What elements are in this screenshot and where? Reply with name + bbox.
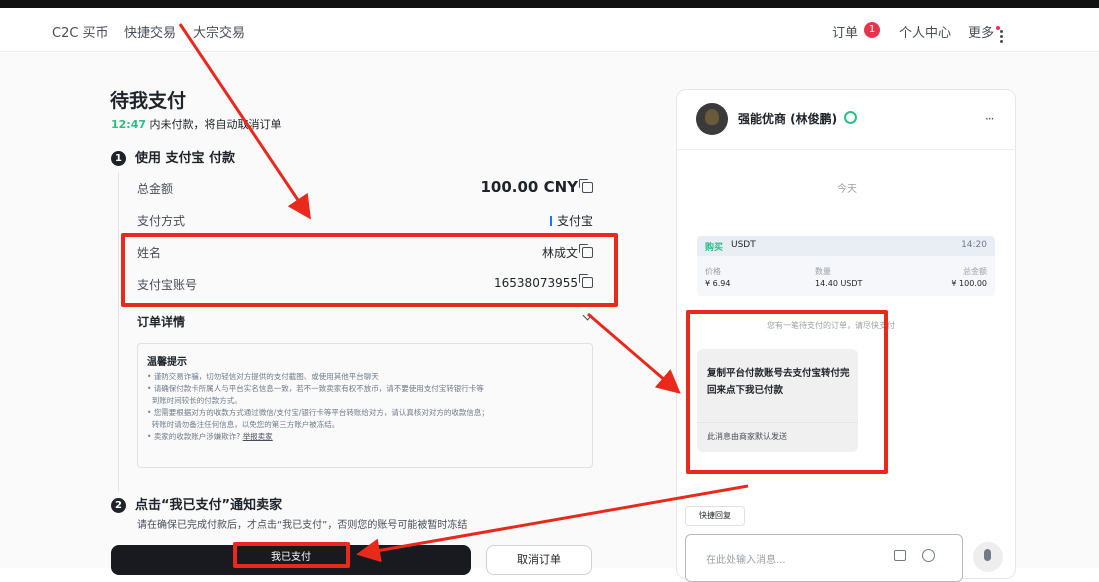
image-icon[interactable] xyxy=(894,550,906,561)
chat-date: 今天 xyxy=(837,184,857,195)
cancel-order-button[interactable]: 取消订单 xyxy=(486,545,592,575)
verified-icon xyxy=(844,111,857,124)
total-label: 总金额 xyxy=(963,267,987,276)
step-1-title: 1 使用 支付宝 付款 xyxy=(111,147,235,166)
nav-more[interactable]: 更多 xyxy=(968,22,994,41)
order-time: 14:20 xyxy=(961,240,987,250)
step-2-label: 点击“我已支付”通知卖家 xyxy=(135,498,283,513)
payment-method-text: 支付宝 xyxy=(556,214,593,228)
step-connector-line xyxy=(118,172,119,492)
quick-reply-button[interactable]: 快捷回复 xyxy=(685,506,745,526)
window-top-strip xyxy=(0,0,1099,8)
more-icon[interactable] xyxy=(1000,30,1003,44)
nav-block-trade[interactable]: 大宗交易 xyxy=(193,22,245,41)
price-value: ¥ 6.94 xyxy=(705,279,731,288)
tip-item: • 请确保付款卡所属人与平台实名信息一致，若不一致卖家有权不放币，请不要使用支付… xyxy=(147,384,484,393)
total-amount-value: 100.00 CNY xyxy=(480,178,593,196)
order-card-header: 购买 USDT 14:20 xyxy=(697,236,995,256)
order-side: 购买 xyxy=(705,243,724,253)
tip-text: 您需要根据对方的收款方式通过微信/支付宝/银行卡等平台转账给对方，请认真核对对方… xyxy=(153,408,489,417)
message-input[interactable]: 在此处输入消息... xyxy=(685,534,963,582)
alipay-icon xyxy=(549,216,552,226)
report-seller-link[interactable]: 举报卖家 xyxy=(243,432,273,441)
annotation-box-payee xyxy=(121,233,618,307)
copy-icon[interactable] xyxy=(579,179,593,193)
avatar[interactable] xyxy=(696,103,728,135)
tip-text: 请确保付款卡所属人与平台实名信息一致，若不一致卖家有权不放币，请不要使用支付宝转… xyxy=(153,384,484,393)
nav-user-center[interactable]: 个人中心 xyxy=(899,22,951,41)
tips-box: 温馨提示 • 谨防交易诈骗，切勿轻信对方提供的支付截图、或使用其他平台聊天 • … xyxy=(137,343,593,468)
step-2-description: 请在确保已完成付款后，才点击“我已支付”，否则您的账号可能被暂时冻结 xyxy=(137,520,468,531)
emoji-icon[interactable] xyxy=(922,549,935,562)
tip-text: 卖家的收款账户涉嫌欺诈? xyxy=(153,432,241,441)
merchant-name[interactable]: 强能优商 (林俊鹏) xyxy=(738,110,837,127)
total-amount-label: 总金额 xyxy=(137,182,174,196)
nav-quick-trade[interactable]: 快捷交易 xyxy=(124,22,176,41)
order-details-toggle[interactable]: 订单详情 xyxy=(137,313,185,330)
nav-orders[interactable]: 订单 xyxy=(832,22,858,41)
order-coin: USDT xyxy=(731,240,756,250)
message-input-placeholder: 在此处输入消息... xyxy=(706,555,786,566)
tip-item: • 谨防交易诈骗，切勿轻信对方提供的支付截图、或使用其他平台聊天 xyxy=(147,372,379,381)
price-label: 价格 xyxy=(705,267,721,276)
tip-item: 到账时间较长的付款方式。 xyxy=(147,395,583,407)
order-card: 购买 USDT 14:20 价格 数量 总金额 ¥ 6.94 14.40 USD… xyxy=(697,236,995,296)
annotation-box-message xyxy=(686,310,888,474)
nav-c2c-buy[interactable]: C2C 买币 xyxy=(52,22,109,41)
step-2-number: 2 xyxy=(111,498,126,513)
countdown: 12:47 内未付款，将自动取消订单 xyxy=(111,116,282,132)
countdown-text: 内未付款，将自动取消订单 xyxy=(149,118,282,131)
page-title: 待我支付 xyxy=(110,90,187,112)
tip-text: 谨防交易诈骗，切勿轻信对方提供的支付截图、或使用其他平台聊天 xyxy=(153,372,379,381)
top-nav: C2C 买币 快捷交易 大宗交易 订单 1 个人中心 更多 xyxy=(0,8,1099,52)
step-2-title: 2 点击“我已支付”通知卖家 xyxy=(111,494,282,513)
total-amount-text: 100.00 CNY xyxy=(480,178,578,196)
tip-item: • 卖家的收款账户涉嫌欺诈? 举报卖家 xyxy=(147,432,273,441)
tip-item: 转账时请勿备注任何信息，以免您的第三方账户被冻结。 xyxy=(147,419,583,431)
orders-badge: 1 xyxy=(864,22,880,38)
chat-menu-icon[interactable]: ··· xyxy=(985,112,995,126)
total-value: ¥ 100.00 xyxy=(951,279,987,288)
payment-method-value: 支付宝 xyxy=(549,212,593,229)
chat-header: 强能优商 (林俊鹏) ··· xyxy=(677,90,1017,150)
quantity-label: 数量 xyxy=(815,267,831,276)
tip-text: 转账时请勿备注任何信息，以免您的第三方账户被冻结。 xyxy=(151,420,340,429)
quantity-value: 14.40 USDT xyxy=(815,279,863,288)
tip-text: 到账时间较长的付款方式。 xyxy=(151,396,242,405)
step-1-label: 使用 支付宝 付款 xyxy=(135,151,236,166)
annotation-box-paid-button xyxy=(233,542,350,568)
payment-method-label: 支付方式 xyxy=(137,214,186,228)
countdown-time: 12:47 xyxy=(111,118,147,131)
tips-title: 温馨提示 xyxy=(147,357,187,368)
step-1-number: 1 xyxy=(111,151,126,166)
tip-item: • 您需要根据对方的收款方式通过微信/支付宝/银行卡等平台转账给对方，请认真核对… xyxy=(147,408,489,417)
